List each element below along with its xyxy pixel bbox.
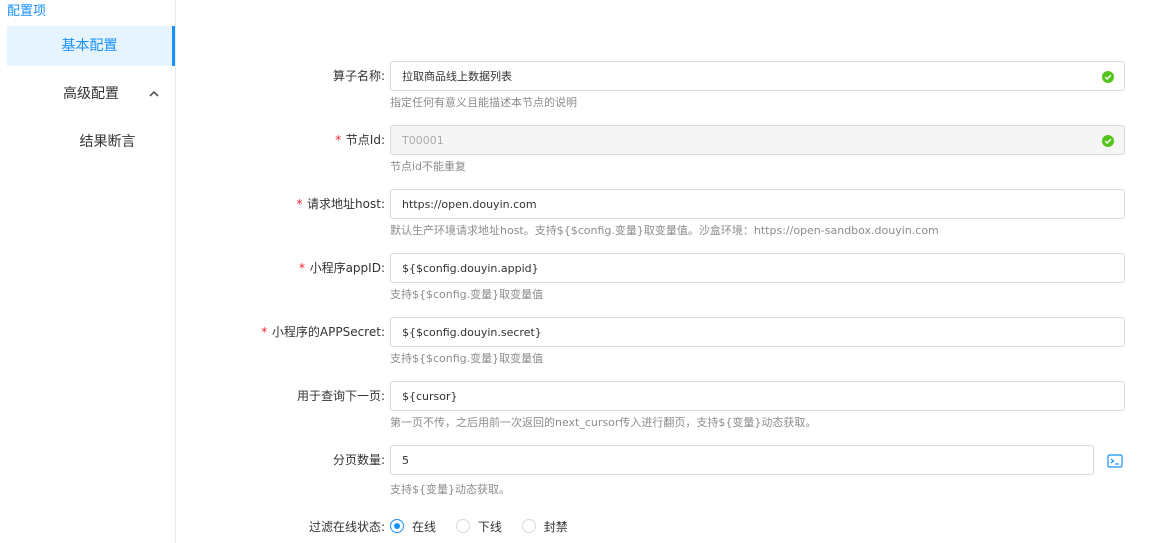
field-label: * 小程序的APPSecret: [260,325,385,339]
help-text: 支持${$config.变量}取变量值 [390,352,544,365]
radio-dot [390,519,404,533]
field-label: * 请求地址host: [295,197,385,211]
page-size-input[interactable] [391,446,1093,474]
help-text: 默认生产环境请求地址host。支持${$config.变量}取变量值。沙盒环境：… [390,224,939,237]
terminal-icon[interactable] [1107,453,1123,469]
sidebar-item-basic-config[interactable]: 基本配置 [7,26,175,66]
help-text: 节点id不能重复 [390,160,467,173]
page-size-field[interactable] [390,445,1094,475]
sidebar-item-label: 高级配置 [63,86,119,102]
field-label: 用于查询下一页: [296,389,385,403]
app-id-input[interactable] [391,254,1124,282]
online-status-radio-group: 在线 下线 封禁 [390,511,584,543]
radio-banned[interactable]: 封禁 [521,511,568,543]
check-circle-icon [1102,71,1114,83]
chevron-up-icon[interactable] [149,74,159,114]
cursor-input[interactable] [391,382,1124,410]
cursor-field[interactable] [390,381,1125,411]
field-label: * 小程序appID: [298,261,385,275]
radio-dot [455,519,470,533]
help-text: 第一页不传，之后用前一次返回的next_cursor传入进行翻页，支持${变量}… [390,416,817,429]
required-mark: * [295,197,304,211]
request-host-input[interactable] [391,190,1124,218]
sidebar: 基本配置 高级配置 结果断言 [0,0,176,543]
check-circle-icon [1102,135,1114,147]
sidebar-item-label: 结果断言 [79,134,136,150]
radio-dot [521,519,536,533]
required-mark: * [298,261,306,275]
field-label: 分页数量: [332,453,385,467]
field-label: 过滤在线状态: [308,520,385,534]
required-mark: * [334,133,342,147]
node-id-input[interactable] [391,126,1124,154]
radio-offline[interactable]: 下线 [455,511,502,543]
sidebar-item-result-assertion[interactable]: 结果断言 [40,122,175,162]
field-label: 算子名称: [332,69,385,83]
sidebar-item-label: 基本配置 [61,38,118,54]
operator-name-field[interactable] [390,61,1125,91]
field-label: * 节点Id: [334,133,385,147]
node-id-field[interactable] [390,125,1125,155]
help-text: 指定任何有意义且能描述本节点的说明 [390,96,577,109]
operator-name-input[interactable] [391,62,1124,90]
app-secret-field[interactable] [390,317,1125,347]
request-host-field[interactable] [390,189,1125,219]
app-id-field[interactable] [390,253,1125,283]
required-mark: * [260,325,268,339]
help-text: 支持${变量}动态获取。 [390,483,510,496]
sidebar-item-advanced-config[interactable]: 高级配置 [7,74,175,114]
app-secret-input[interactable] [391,318,1124,346]
radio-online[interactable]: 在线 [390,511,436,543]
help-text: 支持${$config.变量}取变量值 [390,288,544,301]
